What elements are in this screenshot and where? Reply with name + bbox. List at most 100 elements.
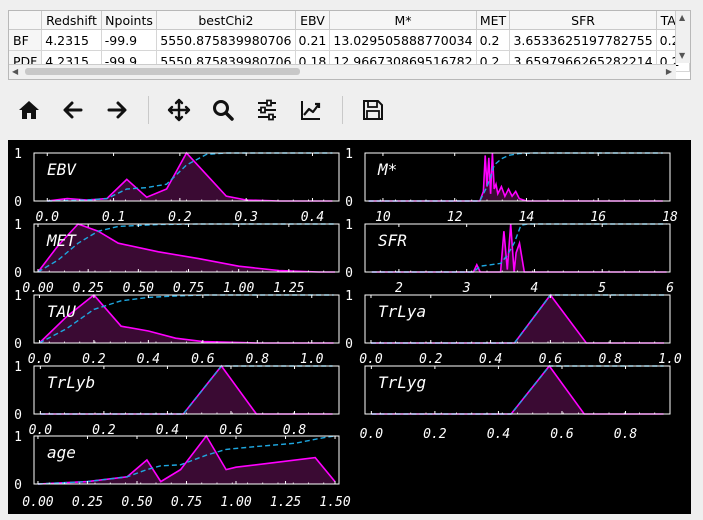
- panel-title: TrLya: [378, 302, 426, 321]
- column-header-sfr[interactable]: SFR: [509, 11, 657, 30]
- table-cell[interactable]: 0.2: [476, 29, 511, 51]
- table-cell[interactable]: 5550.875839980706: [156, 29, 296, 51]
- y-tick-label: 1: [345, 147, 353, 162]
- panel-title: TAU: [47, 302, 76, 321]
- pdf-area-fill: [39, 295, 334, 343]
- x-tick-label: 3: [462, 281, 471, 296]
- scroll-left-icon[interactable]: ◀: [12, 67, 18, 77]
- posterior-plots: 0.0 0.1 0.2 0.3 0.401EBV10 12 14 16 1801M*0.00 0.…: [14, 147, 682, 510]
- x-tick-label: 0.4: [301, 210, 324, 225]
- save-figure-button[interactable]: [358, 96, 388, 124]
- results-table: Redshift Npoints bestChi2 EBV M* MET SFR…: [9, 11, 690, 72]
- x-tick-label: 0.8: [598, 352, 622, 367]
- column-header-npoints[interactable]: Npoints: [101, 11, 158, 30]
- configure-subplots-button[interactable]: [252, 96, 282, 124]
- table-row[interactable]: BF 4.2315 -99.9 5550.875839980706 0.21 1…: [9, 29, 690, 51]
- back-button[interactable]: [58, 96, 88, 124]
- zoom-icon: [213, 100, 234, 121]
- x-tick-label: 0.75: [171, 495, 202, 510]
- x-tick-label: 0.0: [28, 352, 52, 367]
- x-tick-label: 14: [519, 210, 535, 225]
- x-tick-label: 1.25: [273, 281, 304, 296]
- y-tick-label: 1: [14, 289, 22, 304]
- x-tick-label: 6: [666, 281, 674, 296]
- column-header-met[interactable]: MET: [476, 11, 511, 30]
- axes-icon: [301, 101, 321, 120]
- y-tick-label: 1: [345, 218, 353, 233]
- y-tick-label: 0: [345, 195, 353, 210]
- x-tick-label: 0.50: [121, 495, 152, 510]
- home-button[interactable]: [14, 96, 44, 124]
- x-tick-label: 0.4: [137, 352, 160, 367]
- x-tick-label: 1.00: [223, 281, 254, 296]
- scroll-right-icon[interactable]: ▶: [666, 67, 672, 77]
- forward-button[interactable]: [102, 96, 132, 124]
- vertical-scrollbar[interactable]: ▲ ▼: [675, 11, 690, 63]
- horizontal-scrollbar[interactable]: ◀ ▶: [9, 64, 676, 79]
- x-tick-label: 16: [590, 210, 606, 225]
- toolbar-separator: [342, 96, 343, 124]
- panel-title: TrLyg: [378, 373, 426, 392]
- x-tick-label: 0.2: [419, 352, 443, 367]
- scroll-down-icon[interactable]: ▼: [679, 51, 685, 61]
- pan-icon: [167, 98, 191, 122]
- y-tick-label: 1: [14, 218, 22, 233]
- forward-icon: [107, 101, 127, 119]
- edit-axes-button[interactable]: [296, 96, 326, 124]
- x-tick-label: 0.00: [22, 495, 53, 510]
- y-tick-label: 0: [14, 337, 22, 352]
- column-header-bestchi2[interactable]: bestChi2: [156, 11, 296, 30]
- x-tick-label: 0.00: [22, 281, 53, 296]
- pdf-area-fill: [368, 153, 663, 201]
- x-tick-label: 1.0: [658, 352, 682, 367]
- y-tick-label: 1: [14, 147, 22, 162]
- back-icon: [63, 101, 83, 119]
- pan-button[interactable]: [164, 96, 194, 124]
- table-cell[interactable]: 4.2315: [41, 29, 102, 51]
- table-corner[interactable]: [9, 11, 43, 30]
- y-tick-label: 1: [345, 289, 353, 304]
- x-tick-label: 0.0: [36, 210, 60, 225]
- column-header-mstar[interactable]: M*: [329, 11, 477, 30]
- table-cell[interactable]: 0.21: [295, 29, 331, 51]
- table-cell[interactable]: 3.6533625197782755: [509, 29, 657, 51]
- x-tick-label: 0.3: [234, 210, 257, 225]
- x-tick-label: 5: [598, 281, 606, 296]
- scroll-up-icon[interactable]: ▲: [679, 13, 685, 23]
- y-tick-label: 0: [345, 266, 353, 281]
- y-tick-label: 0: [345, 337, 353, 352]
- x-tick-label: 2: [395, 281, 403, 296]
- scrollbar-thumb[interactable]: [25, 68, 300, 75]
- zoom-button[interactable]: [208, 96, 238, 124]
- x-tick-label: 1.00: [220, 495, 251, 510]
- x-tick-label: 4: [531, 281, 539, 296]
- configure-icon: [258, 99, 276, 121]
- x-tick-label: 0.4: [479, 352, 502, 367]
- x-tick-label: 0.6: [550, 427, 574, 442]
- x-tick-label: 0.0: [360, 427, 384, 442]
- column-header-redshift[interactable]: Redshift: [41, 11, 102, 30]
- y-tick-label: 0: [14, 478, 22, 493]
- table-header-row: Redshift Npoints bestChi2 EBV M* MET SFR…: [9, 11, 690, 30]
- column-header-ebv[interactable]: EBV: [295, 11, 331, 30]
- y-tick-label: 0: [14, 195, 22, 210]
- x-tick-label: 0.25: [72, 495, 103, 510]
- panel-title: M*: [377, 160, 397, 179]
- x-tick-label: 0.6: [191, 352, 215, 367]
- panel-title: EBV: [47, 160, 77, 179]
- table-cell[interactable]: -99.9: [101, 29, 158, 51]
- x-tick-label: 0.6: [539, 352, 563, 367]
- x-tick-label: 0.2: [168, 210, 192, 225]
- x-tick-label: 0.8: [614, 427, 638, 442]
- x-tick-label: 0.75: [173, 281, 204, 296]
- table-cell[interactable]: 13.029505888770034: [329, 29, 477, 51]
- y-tick-label: 0: [14, 408, 22, 423]
- figure-canvas[interactable]: 0.0 0.1 0.2 0.3 0.4 0 1 EBV 10 12 14 16 18 0 1 M* 0.00 0.…: [8, 140, 691, 514]
- x-tick-label: 0.0: [359, 352, 383, 367]
- x-tick-label: 1.0: [300, 352, 324, 367]
- save-icon: [363, 100, 383, 120]
- row-header[interactable]: BF: [9, 29, 43, 51]
- toolbar-separator: [148, 96, 149, 124]
- x-tick-label: 0.50: [123, 281, 154, 296]
- x-tick-label: 10: [375, 210, 391, 225]
